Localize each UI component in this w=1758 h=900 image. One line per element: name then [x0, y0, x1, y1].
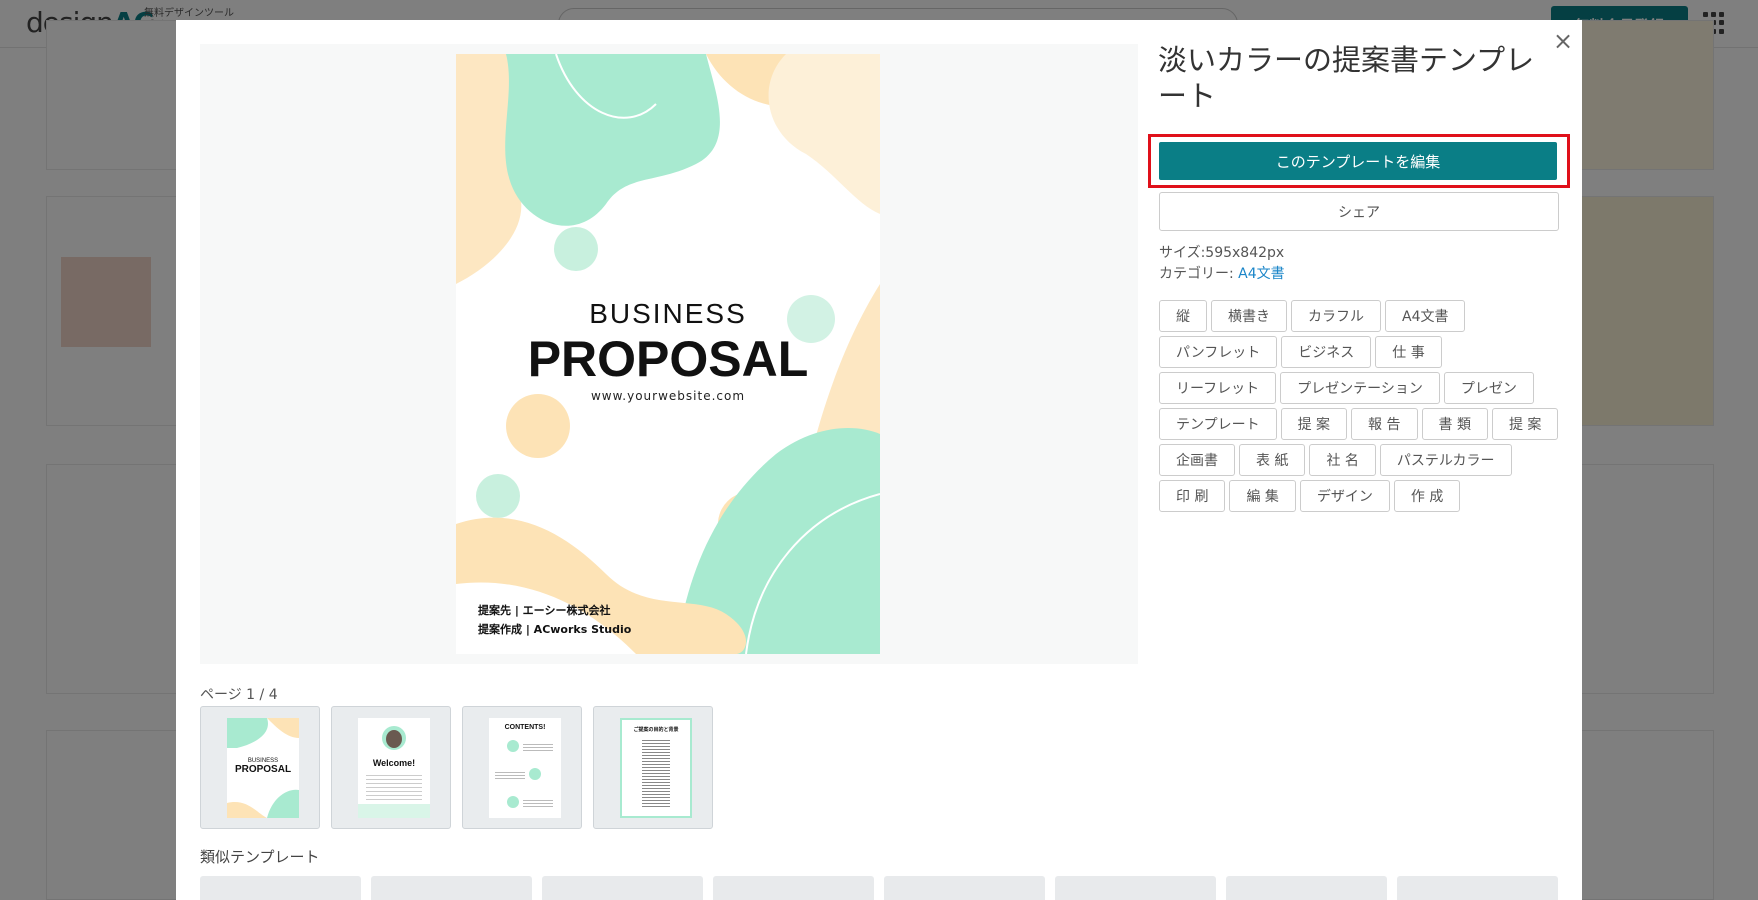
tag-chip[interactable]: パステルカラー: [1379, 444, 1512, 476]
tag-chip[interactable]: ビジネス: [1281, 336, 1372, 368]
tag-chip[interactable]: パンフレット: [1159, 336, 1278, 368]
thumbnail-3-title: CONTENTS!: [504, 724, 546, 731]
thumbnail-1-title: PROPOSAL: [234, 764, 292, 775]
share-button[interactable]: シェア: [1159, 192, 1559, 231]
template-title: 淡いカラーの提案書テンプレート: [1158, 43, 1535, 113]
preview-url: www.yourwebsite.com: [590, 389, 746, 403]
similar-template-card[interactable]: [1055, 876, 1216, 900]
similar-templates-heading: 類似テンプレート: [200, 848, 320, 866]
tag-chip[interactable]: 書 類: [1421, 408, 1488, 440]
page-thumbnail-3[interactable]: CONTENTS!: [462, 706, 582, 829]
similar-template-card[interactable]: [371, 876, 532, 900]
template-size: サイズ:595x842px: [1159, 245, 1285, 261]
tag-chip[interactable]: 提 案: [1491, 408, 1559, 440]
template-detail-modal: × BUSINESS PROPOSAL www.yourwebsite.com …: [176, 20, 1582, 900]
similar-template-card[interactable]: [542, 876, 703, 900]
category-link[interactable]: A4文書: [1238, 266, 1284, 282]
template-preview-page: BUSINESS PROPOSAL www.yourwebsite.com 提案…: [456, 54, 880, 654]
page-thumbnails: BUSINESS PROPOSAL Welcome! CONTENTS! ご提案…: [200, 706, 713, 829]
tag-list: 縦横書き カラフル A4文書パンフレット ビジネス仕 事リーフレット プレゼンテーション…: [1159, 300, 1559, 512]
tag-chip[interactable]: 編 集: [1229, 480, 1296, 512]
template-preview-area: BUSINESS PROPOSAL www.yourwebsite.com 提案…: [200, 44, 1138, 664]
preview-heading-business: BUSINESS: [589, 298, 747, 329]
similar-templates-list: [200, 876, 1558, 900]
tag-chip[interactable]: デザイン: [1299, 480, 1390, 512]
tag-chip[interactable]: カラフル: [1291, 300, 1381, 332]
thumbnail-4-title: ご提案の目的と背景: [633, 727, 679, 733]
tag-chip[interactable]: プレゼン: [1443, 372, 1534, 404]
preview-heading-proposal: PROPOSAL: [527, 331, 809, 387]
tag-chip[interactable]: 提 案: [1280, 408, 1348, 440]
tag-chip[interactable]: 報 告: [1351, 408, 1418, 440]
similar-template-card[interactable]: [713, 876, 874, 900]
tag-chip[interactable]: テンプレート: [1159, 408, 1277, 440]
category-prefix: カテゴリー:: [1159, 266, 1239, 282]
tag-chip[interactable]: A4文書: [1385, 300, 1466, 332]
preview-footer-client: 提案先 | エーシー株式会社: [478, 604, 611, 617]
tag-chip[interactable]: 横書き: [1211, 300, 1287, 332]
template-category: カテゴリー: A4文書: [1159, 263, 1285, 283]
similar-template-card[interactable]: [200, 876, 361, 900]
tag-chip[interactable]: 企画書: [1159, 444, 1235, 476]
tag-chip[interactable]: 表 紙: [1239, 444, 1306, 476]
tag-chip[interactable]: リーフレット: [1159, 372, 1277, 404]
similar-template-card[interactable]: [884, 876, 1045, 900]
tag-chip[interactable]: プレゼンテーション: [1280, 372, 1440, 404]
page-thumbnail-1[interactable]: BUSINESS PROPOSAL: [200, 706, 320, 829]
similar-template-card[interactable]: [1397, 876, 1558, 900]
thumbnail-2-title: Welcome!: [372, 758, 416, 768]
page-thumbnail-2[interactable]: Welcome!: [331, 706, 451, 829]
tag-chip[interactable]: 社 名: [1309, 444, 1376, 476]
page-indicator: ページ 1 / 4: [200, 687, 278, 703]
tag-chip[interactable]: 仕 事: [1375, 336, 1442, 368]
tag-chip[interactable]: 縦: [1159, 300, 1207, 332]
page-thumbnail-4[interactable]: ご提案の目的と背景: [593, 706, 713, 829]
similar-template-card[interactable]: [1226, 876, 1387, 900]
tag-chip[interactable]: 印 刷: [1159, 480, 1226, 512]
edit-template-button[interactable]: このテンプレートを編集: [1159, 142, 1557, 180]
tag-chip[interactable]: 作 成: [1393, 480, 1461, 512]
preview-footer-author: 提案作成 | ACworks Studio: [478, 623, 632, 636]
